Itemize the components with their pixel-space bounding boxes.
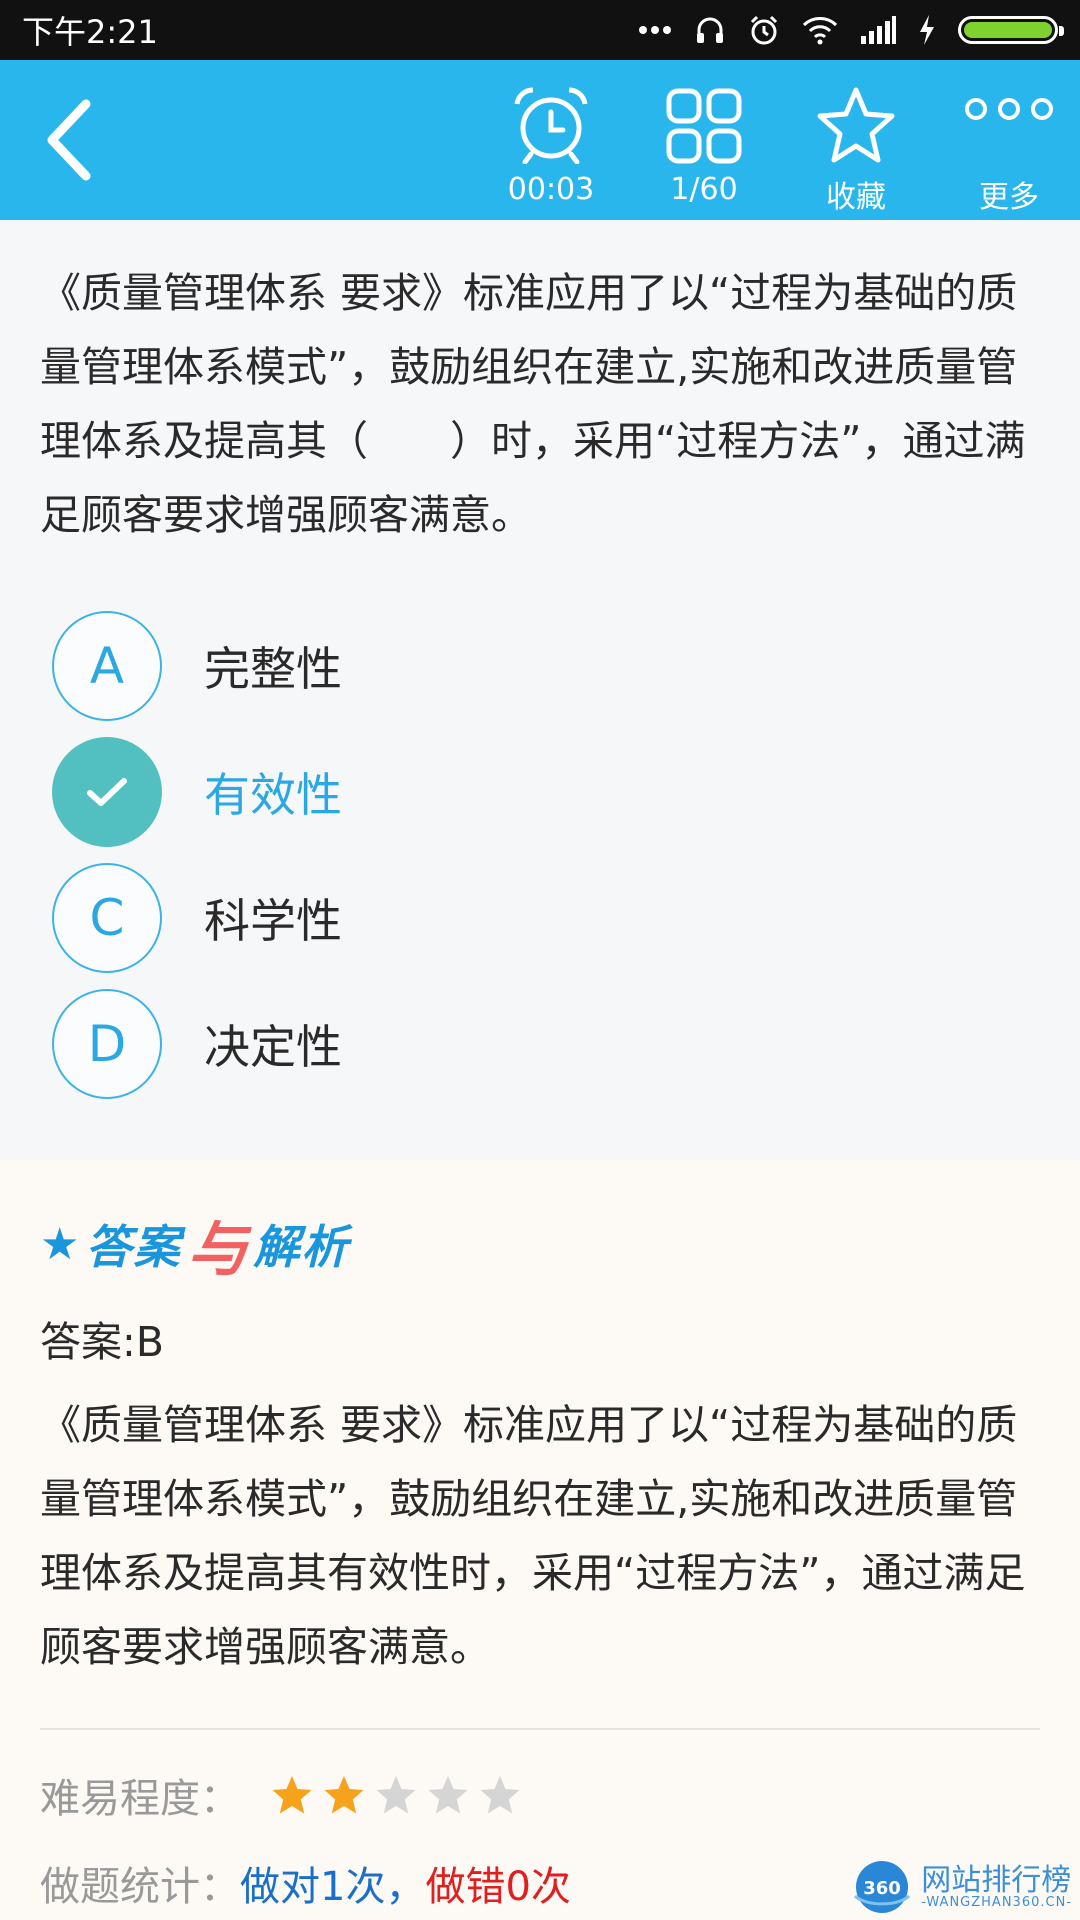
star-filled-icon — [272, 1776, 312, 1814]
star-icon — [817, 87, 895, 163]
analysis-title-connector: 与 — [187, 1214, 248, 1285]
question-area: 《质量管理体系 要求》标准应用了以“过程为基础的质量管理体系模式”，鼓励组织在建… — [0, 220, 1080, 1160]
checkmark-icon — [87, 778, 127, 806]
back-button[interactable] — [40, 96, 130, 196]
analysis-title-part1: 答案 — [85, 1220, 182, 1274]
battery-icon — [958, 16, 1064, 44]
favorite-label: 收藏 — [826, 180, 886, 215]
app-bar: 00:03 1/60 收藏 更多 — [0, 60, 1080, 220]
timer-button[interactable]: 00:03 — [476, 72, 626, 220]
headset-icon — [697, 17, 723, 43]
answer-label: 答案:B — [40, 1318, 164, 1366]
option-d[interactable]: D 决定性 — [52, 986, 852, 1102]
difficulty-stars — [270, 1774, 522, 1816]
answer-sheet-button[interactable]: 1/60 — [629, 72, 779, 220]
divider — [40, 1728, 1040, 1730]
stats-separator: ， — [385, 1864, 426, 1910]
option-a[interactable]: A 完整性 — [52, 608, 852, 724]
option-a-text: 完整性 — [204, 642, 342, 696]
star-empty-icon — [428, 1776, 468, 1814]
alarm-clock-icon — [514, 87, 588, 164]
option-c-letter: C — [89, 889, 125, 947]
option-d-badge: D — [52, 989, 162, 1099]
timer-label: 00:03 — [507, 172, 595, 207]
watermark-logo: 360 — [854, 1861, 911, 1913]
stats-label: 做题统计： — [40, 1864, 240, 1910]
option-a-badge: A — [52, 611, 162, 721]
status-time: 下午2:21 — [22, 13, 158, 51]
more-button[interactable]: 更多 — [934, 72, 1080, 220]
analysis-title-part2: 解析 — [253, 1220, 350, 1274]
option-d-text: 决定性 — [204, 1020, 342, 1074]
difficulty-row: 难易程度： — [40, 1766, 522, 1824]
question-text: 《质量管理体系 要求》标准应用了以“过程为基础的质量管理体系模式”，鼓励组织在建… — [40, 269, 1026, 539]
analysis-header: ★ 答案 与 解析 — [40, 1204, 350, 1285]
star-empty-icon — [480, 1776, 520, 1814]
header-star-icon: ★ — [40, 1218, 80, 1270]
analysis-text: 《质量管理体系 要求》标准应用了以“过程为基础的质量管理体系模式”，鼓励组织在建… — [40, 1401, 1026, 1671]
watermark-sub: -WANGZHAN360.CN- — [921, 1894, 1072, 1910]
option-c-text: 科学性 — [204, 894, 342, 948]
option-d-letter: D — [87, 1015, 127, 1073]
analysis-area: ★ 答案 与 解析 答案:B 《质量管理体系 要求》标准应用了以“过程为基础的质… — [0, 1160, 1080, 1920]
back-arrow-icon — [47, 99, 91, 181]
svg-text:360: 360 — [863, 1878, 901, 1899]
more-notifications-icon — [639, 26, 671, 34]
right-count: 做对1次 — [240, 1864, 386, 1910]
option-b-text: 有效性 — [204, 768, 342, 822]
option-c-badge: C — [52, 863, 162, 973]
grid-icon — [666, 88, 742, 164]
option-b[interactable]: 有效性 — [52, 734, 852, 850]
status-bar: 下午2:21 — [0, 0, 1080, 60]
watermark-main: 网站排行榜 — [921, 1862, 1072, 1898]
wifi-icon — [802, 17, 838, 45]
option-b-badge — [52, 737, 162, 847]
charging-icon — [920, 15, 934, 45]
stats-row: 做题统计： 做对1次 ， 做错0次 — [40, 1854, 571, 1912]
wrong-count: 做错0次 — [425, 1864, 571, 1910]
signal-icon — [861, 16, 896, 44]
more-label: 更多 — [979, 180, 1039, 215]
star-filled-icon — [324, 1776, 364, 1814]
difficulty-label: 难易程度： — [40, 1776, 240, 1822]
status-icons — [638, 14, 1064, 46]
option-a-letter: A — [89, 637, 125, 695]
more-dots-icon — [965, 98, 1053, 120]
watermark: 360 网站排行榜 -WANGZHAN360.CN- — [851, 1856, 1072, 1918]
star-empty-icon — [376, 1776, 416, 1814]
option-c[interactable]: C 科学性 — [52, 860, 852, 976]
favorite-button[interactable]: 收藏 — [781, 72, 931, 220]
progress-label: 1/60 — [670, 172, 738, 207]
alarm-icon — [750, 15, 778, 45]
